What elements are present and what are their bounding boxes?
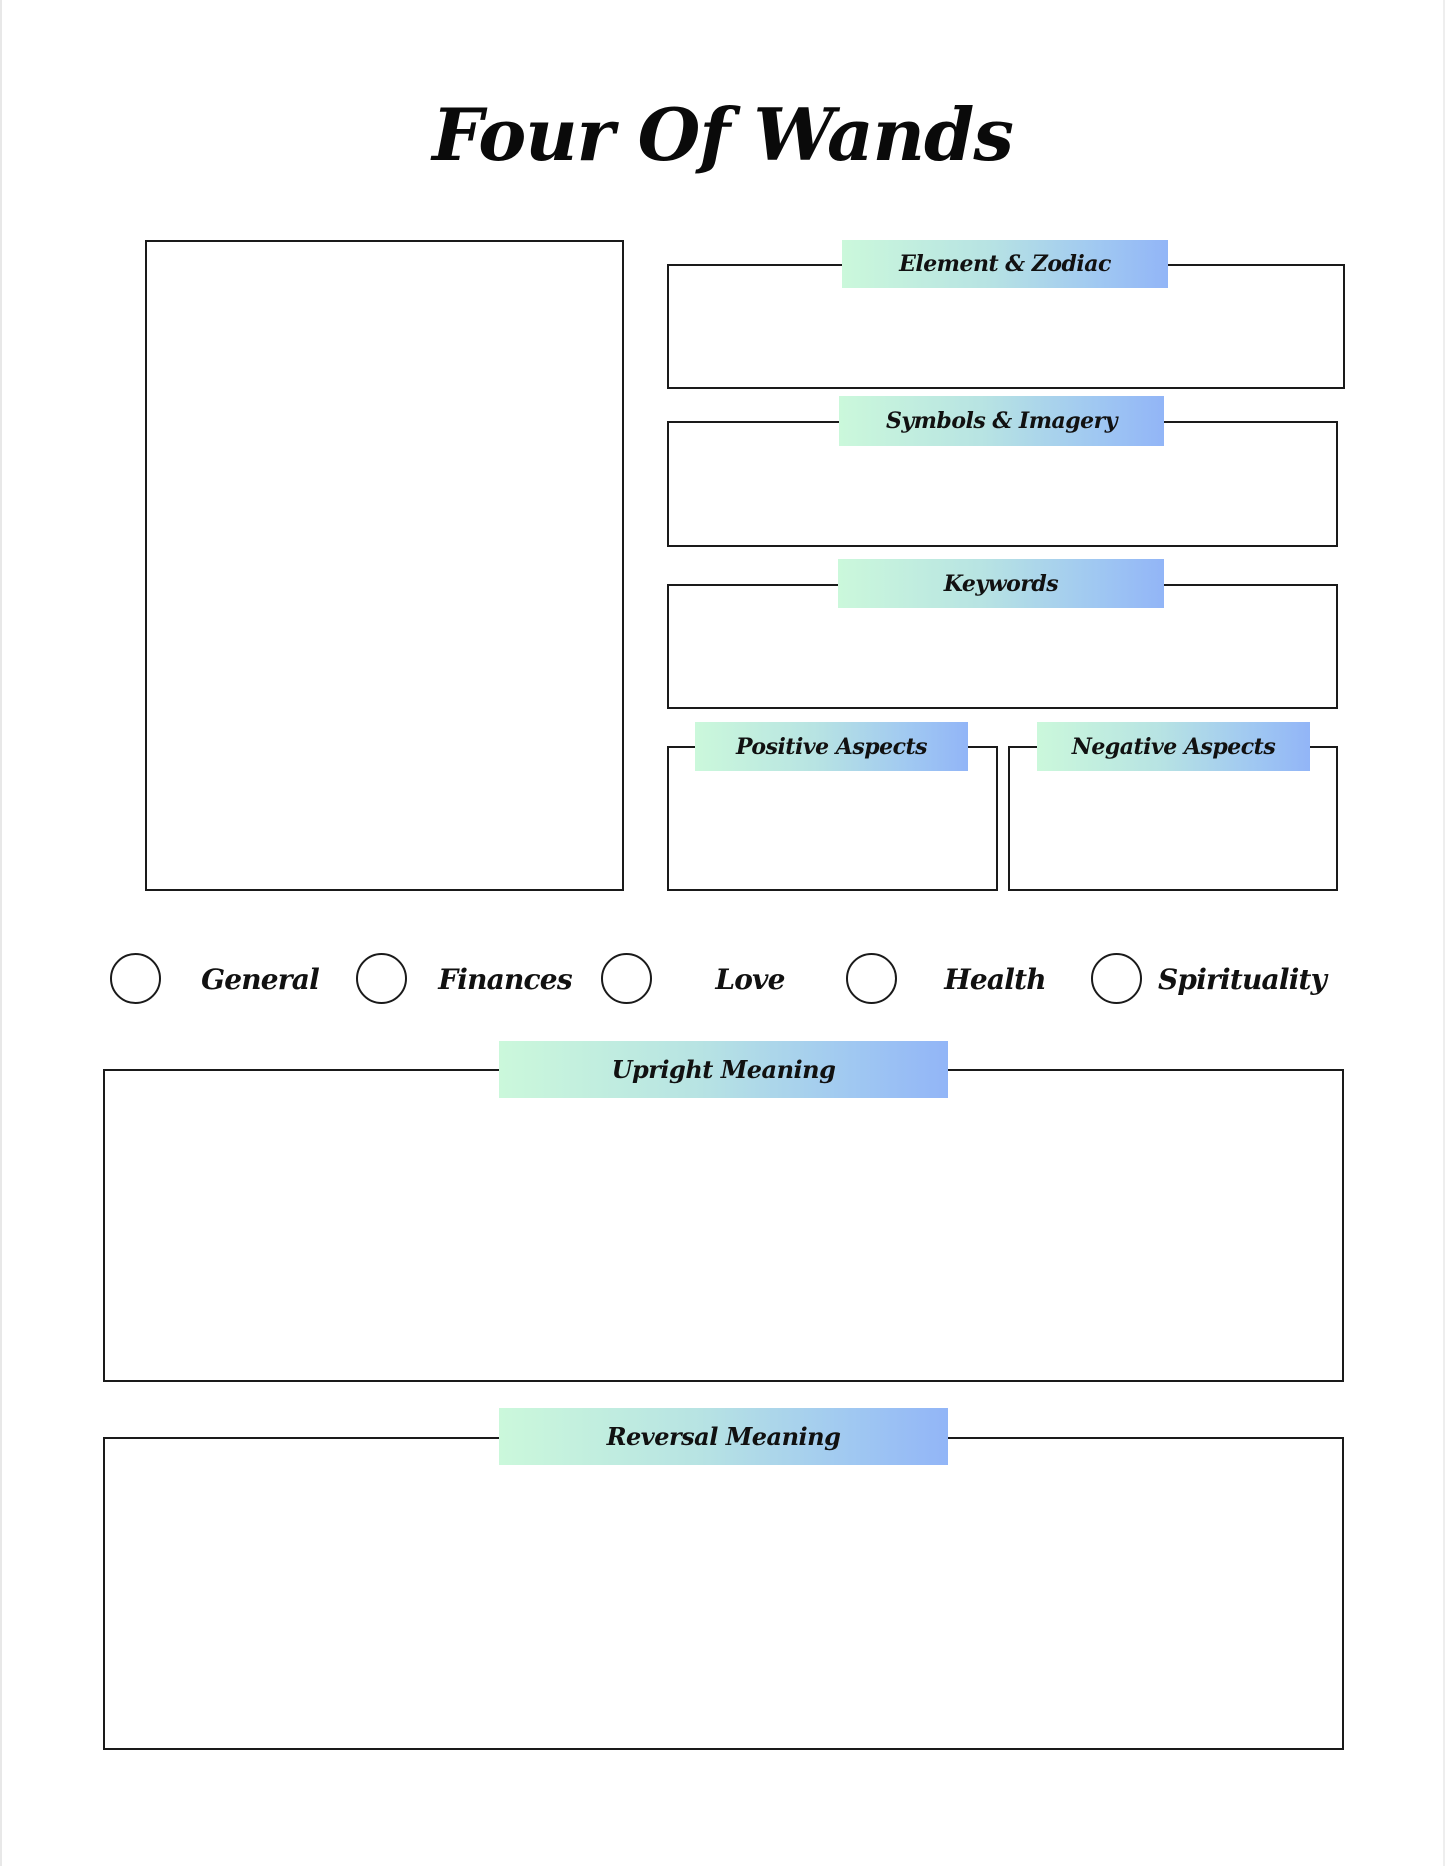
- upright-meaning-label: Upright Meaning: [499, 1041, 948, 1098]
- element-zodiac-label: Element & Zodiac: [842, 240, 1168, 288]
- keywords-label: Keywords: [838, 559, 1164, 608]
- reversal-meaning-label: Reversal Meaning: [499, 1408, 948, 1465]
- category-label-spirituality: Spirituality: [1158, 963, 1327, 996]
- category-label-general: General: [201, 963, 320, 996]
- upright-meaning-box[interactable]: [103, 1069, 1344, 1382]
- category-label-health: Health: [944, 963, 1046, 996]
- category-checkbox-spirituality[interactable]: [1091, 953, 1142, 1004]
- symbols-imagery-label: Symbols & Imagery: [839, 396, 1164, 446]
- card-image-box[interactable]: [145, 240, 624, 891]
- category-label-love: Love: [715, 963, 785, 996]
- positive-aspects-label: Positive Aspects: [695, 722, 968, 771]
- category-checkbox-love[interactable]: [601, 953, 652, 1004]
- category-checkbox-finances[interactable]: [356, 953, 407, 1004]
- category-checkbox-health[interactable]: [846, 953, 897, 1004]
- category-checkbox-general[interactable]: [110, 953, 161, 1004]
- page-edge-left: [0, 0, 2, 1866]
- negative-aspects-label: Negative Aspects: [1037, 722, 1310, 771]
- page-title: Four Of Wands: [432, 92, 1014, 177]
- category-label-finances: Finances: [438, 963, 572, 996]
- reversal-meaning-box[interactable]: [103, 1437, 1344, 1750]
